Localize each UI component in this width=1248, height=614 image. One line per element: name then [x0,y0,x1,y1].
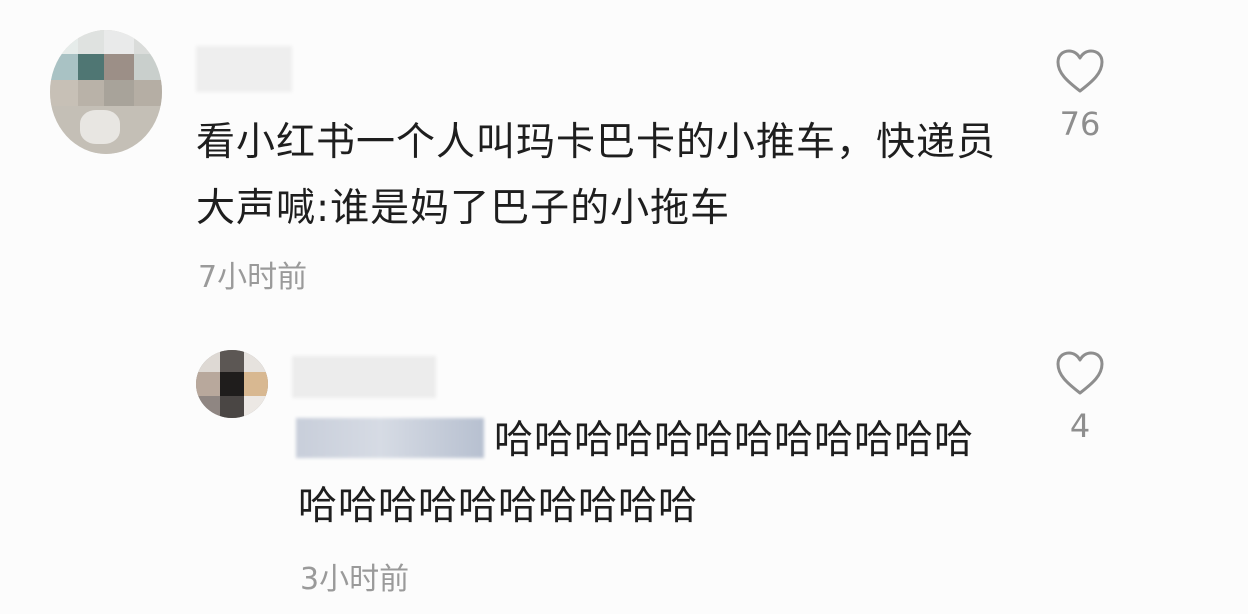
heart-outline-icon [1056,351,1104,395]
heart-outline-icon [1056,49,1104,93]
like-button[interactable]: 4 [1040,350,1120,446]
username[interactable] [292,356,436,398]
like-count: 76 [1059,105,1101,143]
comment-text: 看小红书一个人叫玛卡巴卡的小推车，快递员大声喊:谁是妈了巴子的小拖车 [196,120,997,231]
like-count: 4 [1069,407,1091,445]
comment-text: 哈哈哈哈哈哈哈哈哈哈哈哈哈哈哈哈哈哈哈哈哈哈 [298,418,975,529]
avatar[interactable] [50,30,162,154]
like-button[interactable]: 76 [1040,48,1120,144]
comment-timestamp: 7小时前 [198,260,308,295]
comment-thread: 看小红书一个人叫玛卡巴卡的小推车，快递员大声喊:谁是妈了巴子的小拖车 7小时前 … [0,0,1248,614]
avatar[interactable] [196,350,268,418]
username[interactable] [196,46,292,92]
comment-timestamp: 3小时前 [300,562,410,597]
